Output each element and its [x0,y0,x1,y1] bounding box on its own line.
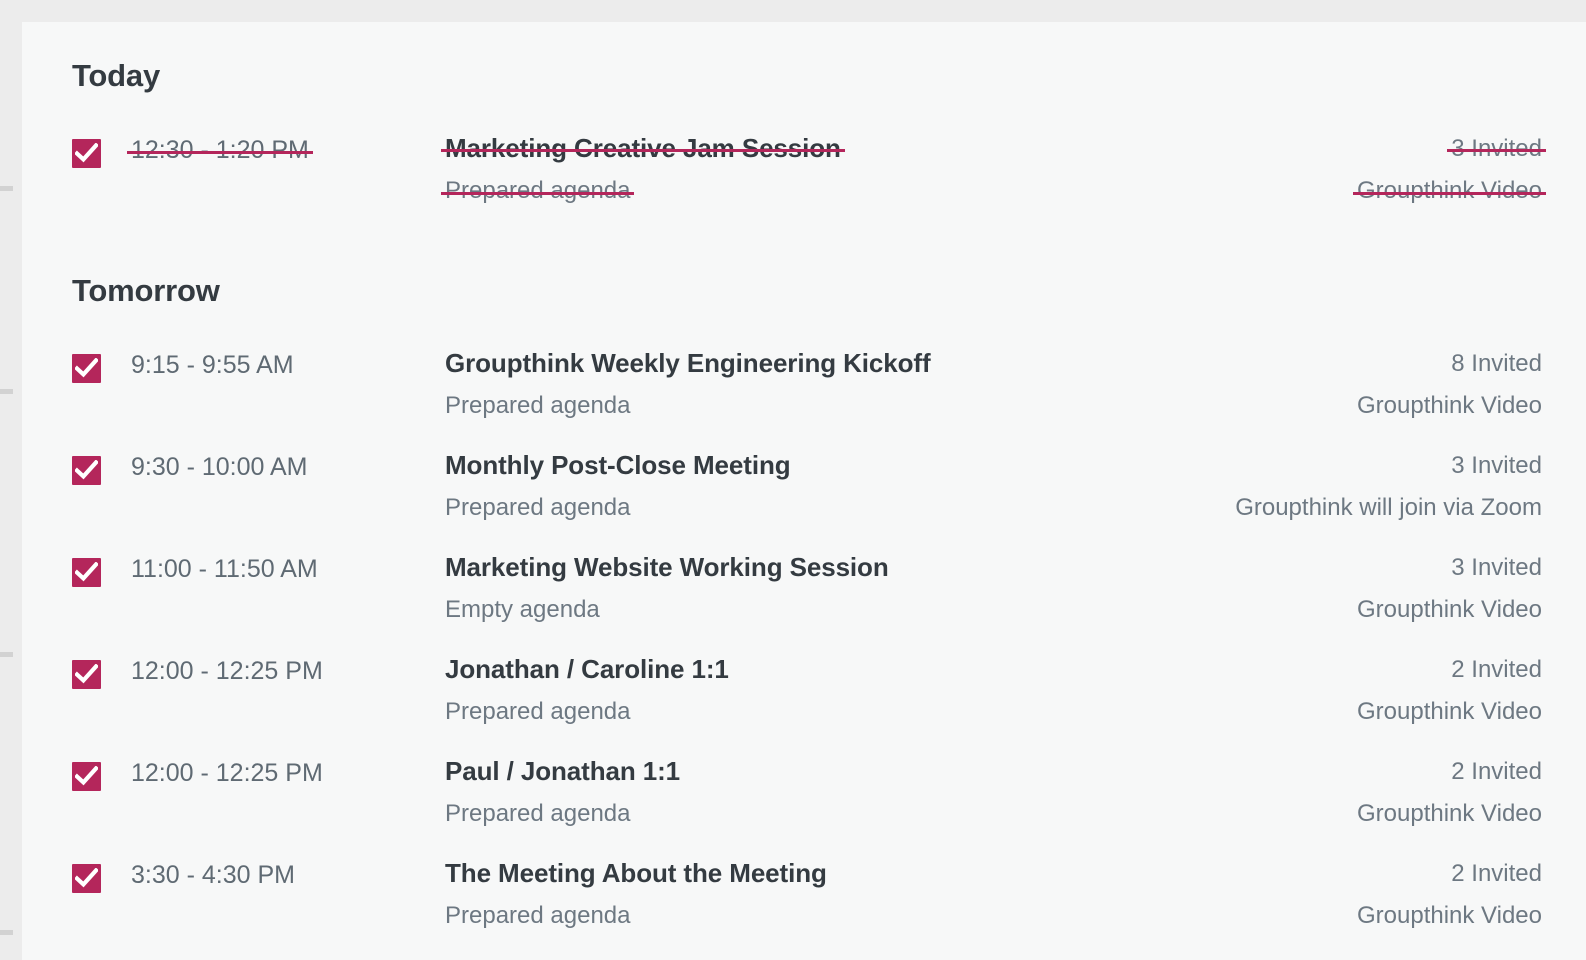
section-heading-today: Today [72,58,160,93]
meeting-title[interactable]: Paul / Jonathan 1:1 [445,753,680,790]
time-column: 11:00 - 11:50 AM [101,549,441,589]
invited-count: 2 Invited [1451,758,1542,785]
agenda-status: Prepared agenda [445,698,631,725]
meeting-title[interactable]: Monthly Post-Close Meeting [445,447,791,484]
meeting-time: 12:00 - 12:25 PM [131,657,323,685]
meeting-title[interactable]: Jonathan / Caroline 1:1 [445,651,729,688]
details-column: Groupthink Weekly Engineering Kickoff Pre… [441,345,1302,424]
checkbox-checked-icon[interactable] [72,139,101,168]
meeting-location: Groupthink Video [1356,698,1542,725]
meeting-title[interactable]: Groupthink Weekly Engineering Kickoff [445,345,931,382]
gutter-tick-3 [0,930,13,935]
time-column: 12:30 - 1:20 PM [101,130,441,170]
gutter-tick-0 [0,186,13,191]
details-column: Jonathan / Caroline 1:1 Prepared agenda [441,651,1302,730]
meeting-time: 12:00 - 12:25 PM [131,759,323,787]
meeting-row[interactable]: 3:30 - 4:30 PM The Meeting About the Meet… [22,855,1586,957]
meeting-time: 12:30 - 1:20 PM [127,130,313,170]
meeting-title[interactable]: The Meeting About the Meeting [445,855,827,892]
time-column: 9:15 - 9:55 AM [101,345,441,385]
checkbox-checked-icon[interactable] [72,558,101,587]
details-column: Paul / Jonathan 1:1 Prepared agenda [441,753,1302,832]
meeting-time: 3:30 - 4:30 PM [131,861,295,889]
meta-column: 3 Invited Groupthink Video [1302,130,1547,209]
checkbox-checked-icon[interactable] [72,864,101,893]
meeting-title[interactable]: Marketing Website Working Session [445,549,889,586]
meeting-location: Groupthink Video [1356,596,1542,623]
agenda-status: Prepared agenda [445,800,631,827]
meeting-time: 11:00 - 11:50 AM [131,555,318,583]
meeting-row[interactable]: 9:15 - 9:55 AM Groupthink Weekly Engineer… [22,345,1586,447]
gutter-tick-2 [0,652,13,657]
gutter-tick-1 [0,389,13,394]
meeting-title[interactable]: Marketing Creative Jam Session [441,130,845,167]
meeting-time: 9:30 - 10:00 AM [131,453,308,481]
meeting-location: Groupthink Video [1356,800,1542,827]
checkbox-checked-icon[interactable] [72,762,101,791]
left-gutter [0,0,22,960]
invited-count: 3 Invited [1451,554,1542,581]
checkbox-checked-icon[interactable] [72,456,101,485]
time-column: 12:00 - 12:25 PM [101,753,441,793]
meeting-row[interactable]: 12:00 - 12:25 PM Jonathan / Caroline 1:1 P… [22,651,1586,753]
meeting-time: 9:15 - 9:55 AM [131,351,294,379]
agenda-status: Prepared agenda [440,173,635,209]
invited-count: 8 Invited [1451,350,1542,377]
agenda-status: Prepared agenda [445,902,631,929]
invited-count: 3 Invited [1447,130,1546,167]
invited-count: 2 Invited [1451,860,1542,887]
section-heading-tomorrow: Tomorrow [72,273,220,308]
agenda-status: Prepared agenda [445,392,631,419]
row-group-tomorrow: 9:15 - 9:55 AM Groupthink Weekly Engineer… [22,345,1586,957]
time-column: 3:30 - 4:30 PM [101,855,441,895]
meta-column: 2 Invited Groupthink Video [1302,753,1542,832]
meta-column: 2 Invited Groupthink Video [1302,651,1542,730]
checkbox-checked-icon[interactable] [72,660,101,689]
app-root: Today 12:30 - 1:20 PM Marketing Creative … [0,0,1586,960]
meeting-location: Groupthink Video [1352,173,1547,209]
meeting-location: Groupthink will join via Zoom [1235,494,1542,521]
details-column: The Meeting About the Meeting Prepared ag… [441,855,1302,934]
meeting-row[interactable]: 9:30 - 10:00 AM Monthly Post-Close Meetin… [22,447,1586,549]
meeting-row[interactable]: 12:00 - 12:25 PM Paul / Jonathan 1:1 Prepa… [22,753,1586,855]
row-group-today: 12:30 - 1:20 PM Marketing Creative Jam Se… [22,130,1586,232]
meta-column: 2 Invited Groupthink Video [1302,855,1542,934]
details-column: Monthly Post-Close Meeting Prepared agend… [441,447,1235,526]
meeting-row[interactable]: 12:30 - 1:20 PM Marketing Creative Jam Se… [22,130,1586,232]
meta-column: 3 Invited Groupthink Video [1302,549,1542,628]
agenda-panel: Today 12:30 - 1:20 PM Marketing Creative … [22,22,1586,960]
details-column: Marketing Website Working Session Empty a… [441,549,1302,628]
meta-column: 3 Invited Groupthink will join via Zoom [1235,447,1542,526]
checkbox-checked-icon[interactable] [72,354,101,383]
meeting-location: Groupthink Video [1356,902,1542,929]
meeting-row[interactable]: 11:00 - 11:50 AM Marketing Website Workin… [22,549,1586,651]
meta-column: 8 Invited Groupthink Video [1302,345,1542,424]
agenda-status: Prepared agenda [445,494,631,521]
agenda-status: Empty agenda [445,596,600,623]
meeting-location: Groupthink Video [1356,392,1542,419]
details-column: Marketing Creative Jam Session Prepared a… [440,130,1302,209]
time-column: 9:30 - 10:00 AM [101,447,441,487]
invited-count: 2 Invited [1451,656,1542,683]
invited-count: 3 Invited [1451,452,1542,479]
time-column: 12:00 - 12:25 PM [101,651,441,691]
